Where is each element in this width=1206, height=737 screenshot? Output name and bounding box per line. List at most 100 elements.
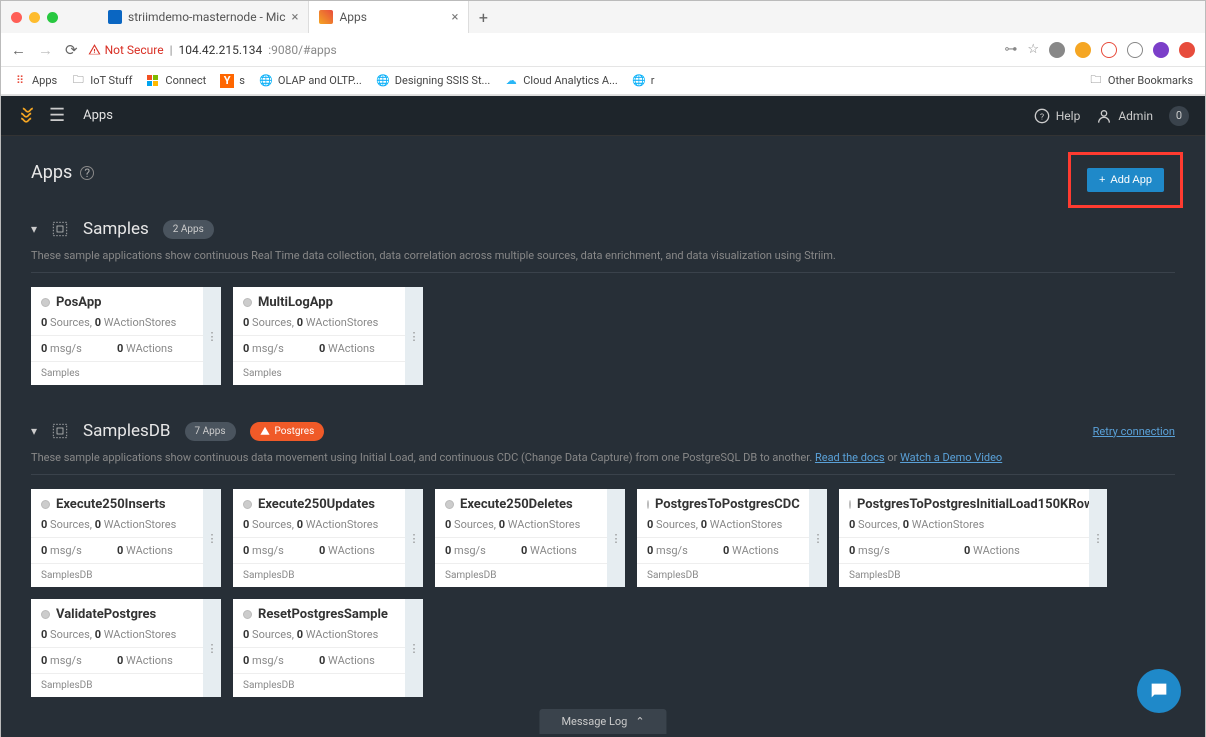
chevron-down-icon[interactable]: ▾ — [31, 222, 37, 236]
reload-icon[interactable]: ⟳ — [65, 41, 78, 59]
notification-count[interactable]: 0 — [1169, 106, 1189, 126]
help-link[interactable]: ? Help — [1034, 108, 1081, 124]
admin-user[interactable]: Admin — [1096, 108, 1153, 124]
group-title: Samples — [83, 219, 149, 239]
card-title: PostgresToPostgresCDC — [637, 489, 809, 516]
back-icon[interactable]: ← — [11, 41, 26, 59]
striim-logo-icon[interactable] — [17, 106, 37, 126]
bookmark-item[interactable]: 🌐OLAP and OLTP... — [259, 74, 362, 88]
card-more-button[interactable]: ⋮ — [203, 287, 221, 385]
card-title: PosApp — [31, 287, 203, 314]
card-more-button[interactable]: ⋮ — [607, 489, 625, 587]
card-stats: 0 msg/s 0 WActions — [637, 537, 809, 563]
card-sources: 0 Sources, 0 WActionStores — [31, 626, 203, 647]
app-card[interactable]: Execute250Updates 0 Sources, 0 WActionSt… — [233, 489, 423, 587]
app-card[interactable]: MultiLogApp 0 Sources, 0 WActionStores 0… — [233, 287, 423, 385]
help-label: Help — [1056, 109, 1081, 123]
card-stats: 0 msg/s 0 WActions — [839, 537, 1089, 563]
other-bookmarks[interactable]: 🗀Other Bookmarks — [1089, 74, 1193, 88]
ext-icon[interactable] — [1127, 42, 1143, 58]
group-header: ▾ SamplesDB 7 Apps Postgres Retry connec… — [31, 421, 1175, 441]
maximize-window-icon[interactable] — [47, 12, 58, 23]
ext-icon[interactable] — [1075, 42, 1091, 58]
url-field[interactable]: Not Secure | 104.42.215.134:9080/#apps — [88, 43, 995, 57]
card-more-button[interactable]: ⋮ — [809, 489, 827, 587]
star-icon[interactable]: ☆ — [1027, 42, 1039, 57]
warning-pill[interactable]: Postgres — [250, 422, 325, 441]
profile-icon[interactable] — [1153, 42, 1169, 58]
app-card[interactable]: PostgresToPostgresInitialLoad150KRows 0 … — [839, 489, 1107, 587]
status-dot-icon — [41, 298, 50, 307]
card-sources: 0 Sources, 0 WActionStores — [31, 516, 203, 537]
card-title: ResetPostgresSample — [233, 599, 405, 626]
browser-tab-0[interactable]: striimdemo-masternode - Mic × — [98, 1, 309, 33]
bookmark-item[interactable]: Ys — [220, 74, 245, 88]
message-log-toggle[interactable]: Message Log ⌃ — [539, 709, 666, 734]
new-tab-button[interactable]: + — [469, 1, 497, 33]
status-dot-icon — [41, 610, 50, 619]
y-icon: Y — [220, 74, 234, 88]
bookmark-item[interactable]: Connect — [146, 74, 206, 88]
browser-chrome: striimdemo-masternode - Mic × Apps × + ←… — [1, 1, 1205, 96]
card-more-button[interactable]: ⋮ — [405, 489, 423, 587]
close-tab-icon[interactable]: × — [452, 10, 459, 25]
warning-icon — [88, 43, 101, 56]
retry-connection-link[interactable]: Retry connection — [1093, 425, 1175, 438]
menu-icon[interactable]: ☰ — [49, 105, 65, 126]
help-icon: ? — [1034, 108, 1050, 124]
app-header: ☰ Apps ? Help Admin 0 — [1, 96, 1205, 136]
app-card[interactable]: PosApp 0 Sources, 0 WActionStores 0 msg/… — [31, 287, 221, 385]
chat-fab[interactable] — [1137, 669, 1181, 713]
close-window-icon[interactable] — [11, 12, 22, 23]
card-stats: 0 msg/s 0 WActions — [435, 537, 607, 563]
app-group: ▾ SamplesDB 7 Apps Postgres Retry connec… — [31, 421, 1175, 697]
minimize-window-icon[interactable] — [29, 12, 40, 23]
app-card[interactable]: ValidatePostgres 0 Sources, 0 WActionSto… — [31, 599, 221, 697]
svg-text:?: ? — [1040, 112, 1044, 122]
page-content: Apps ? ▾ Samples 2 Apps These sample app… — [1, 136, 1205, 737]
add-app-highlight: + Add App — [1068, 152, 1183, 208]
ms-icon — [146, 74, 160, 88]
add-app-button[interactable]: + Add App — [1087, 168, 1164, 192]
card-sources: 0 Sources, 0 WActionStores — [839, 516, 1089, 537]
demo-video-link[interactable]: Watch a Demo Video — [900, 451, 1002, 464]
favicon-icon — [319, 10, 333, 24]
close-tab-icon[interactable]: × — [292, 10, 299, 25]
key-icon[interactable]: ⊶ — [1004, 42, 1017, 57]
ext-icon[interactable] — [1049, 42, 1065, 58]
app-card[interactable]: Execute250Deletes 0 Sources, 0 WActionSt… — [435, 489, 625, 587]
help-icon[interactable]: ? — [80, 166, 94, 180]
apps-launcher[interactable]: ⠿Apps — [13, 74, 57, 88]
card-more-button[interactable]: ⋮ — [203, 489, 221, 587]
app-card[interactable]: PostgresToPostgresCDC 0 Sources, 0 WActi… — [637, 489, 827, 587]
card-sources: 0 Sources, 0 WActionStores — [233, 314, 405, 335]
status-dot-icon — [243, 298, 252, 307]
window-controls[interactable] — [11, 12, 58, 23]
card-more-button[interactable]: ⋮ — [1089, 489, 1107, 587]
app-card[interactable]: ResetPostgresSample 0 Sources, 0 WAction… — [233, 599, 423, 697]
forward-icon[interactable]: → — [38, 41, 53, 59]
user-icon — [1096, 108, 1112, 124]
favicon-icon — [108, 10, 122, 24]
folder-icon: 🗀 — [1089, 74, 1103, 88]
group-description: These sample applications show continuou… — [31, 249, 1175, 273]
card-more-button[interactable]: ⋮ — [203, 599, 221, 697]
card-more-button[interactable]: ⋮ — [405, 287, 423, 385]
cards-row: Execute250Inserts 0 Sources, 0 WActionSt… — [31, 489, 1175, 697]
docs-link[interactable]: Read the docs — [815, 451, 885, 464]
ext-icon[interactable] — [1101, 42, 1117, 58]
status-dot-icon — [849, 500, 851, 509]
chevron-down-icon[interactable]: ▾ — [31, 424, 37, 438]
card-more-button[interactable]: ⋮ — [405, 599, 423, 697]
bookmark-item[interactable]: 🗀IoT Stuff — [71, 74, 132, 88]
browser-tab-1[interactable]: Apps × — [309, 1, 469, 33]
bookmark-item[interactable]: ☁Cloud Analytics A... — [504, 74, 618, 88]
globe-icon: 🌐 — [376, 74, 390, 88]
card-title: ValidatePostgres — [31, 599, 203, 626]
security-warning: Not Secure — [88, 43, 164, 57]
ext-icon[interactable] — [1179, 42, 1195, 58]
bookmark-item[interactable]: 🌐Designing SSIS St... — [376, 74, 490, 88]
url-path: :9080/#apps — [268, 43, 336, 57]
app-card[interactable]: Execute250Inserts 0 Sources, 0 WActionSt… — [31, 489, 221, 587]
bookmark-item[interactable]: 🌐r — [632, 74, 655, 88]
